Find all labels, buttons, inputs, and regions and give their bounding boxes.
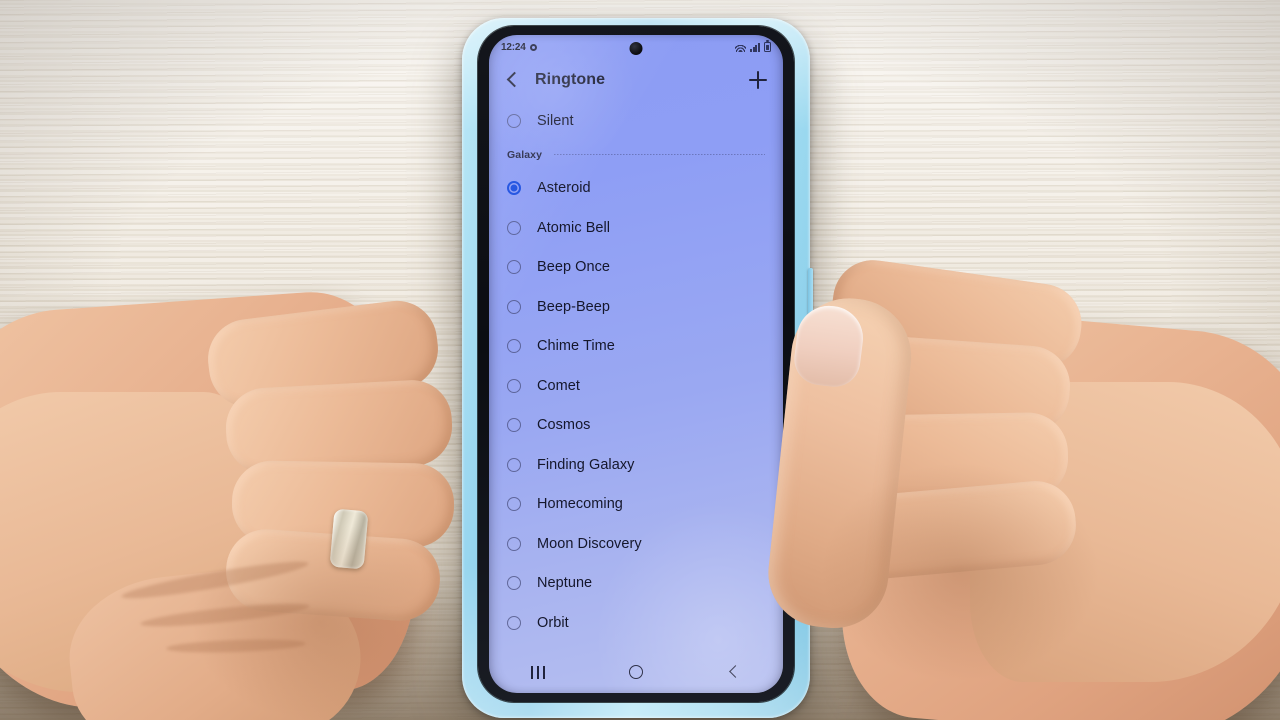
- back-icon[interactable]: [503, 71, 521, 89]
- list-item-cosmos[interactable]: Cosmos: [489, 406, 783, 446]
- left-hand: [0, 272, 500, 720]
- radio-icon[interactable]: [507, 457, 521, 472]
- list-item-finding-galaxy[interactable]: Finding Galaxy: [489, 445, 783, 485]
- list-item-label: Chime Time: [537, 338, 615, 355]
- list-item-label: Beep-Beep: [537, 298, 611, 315]
- status-bar-left: 12:24: [501, 42, 537, 53]
- list-item-label: Beep Once: [537, 259, 610, 276]
- radio-icon-selected[interactable]: [507, 181, 521, 196]
- list-item-label: Homecoming: [537, 496, 623, 513]
- list-item-chime-time[interactable]: Chime Time: [489, 327, 783, 367]
- signal-icon: [750, 42, 761, 52]
- battery-icon: [764, 40, 771, 52]
- home-icon: [629, 665, 643, 679]
- recents-button[interactable]: [516, 657, 560, 687]
- right-hand-shading: [820, 462, 1100, 682]
- phone-screen: 12:24 Ringtone Silent Galaxy Asteroid At…: [489, 35, 783, 693]
- list-item-asteroid[interactable]: Asteroid: [489, 169, 783, 209]
- radio-icon[interactable]: [507, 418, 521, 433]
- recents-icon: [531, 665, 545, 679]
- app-header: Ringtone: [489, 59, 783, 101]
- section-header-galaxy: Galaxy: [489, 141, 783, 169]
- page-title: Ringtone: [535, 71, 606, 88]
- list-item-homecoming[interactable]: Homecoming: [489, 485, 783, 525]
- home-button[interactable]: [614, 657, 658, 687]
- radio-icon[interactable]: [507, 113, 521, 128]
- list-item-label: Cosmos: [537, 417, 591, 434]
- list-item-label: Atomic Bell: [537, 219, 611, 236]
- alarm-dot-icon: [529, 43, 537, 51]
- list-item-moon-discovery[interactable]: Moon Discovery: [489, 524, 783, 564]
- radio-icon[interactable]: [507, 299, 521, 314]
- list-item-label: Neptune: [537, 575, 593, 592]
- radio-icon[interactable]: [507, 378, 521, 393]
- list-item-comet[interactable]: Comet: [489, 366, 783, 406]
- front-camera-punch-hole: [629, 42, 643, 55]
- list-item-neptune[interactable]: Neptune: [489, 564, 783, 604]
- list-item-beep-once[interactable]: Beep Once: [489, 248, 783, 288]
- system-navigation-bar[interactable]: [489, 651, 783, 693]
- radio-icon[interactable]: [507, 576, 521, 591]
- right-hand: [760, 255, 1280, 720]
- radio-icon[interactable]: [507, 536, 521, 551]
- status-bar-right: [735, 40, 771, 52]
- radio-icon[interactable]: [507, 220, 521, 235]
- radio-icon[interactable]: [507, 339, 521, 354]
- back-button[interactable]: [712, 657, 756, 687]
- list-item-label: Asteroid: [537, 180, 591, 197]
- wifi-icon: [735, 42, 746, 52]
- section-label: Galaxy: [507, 148, 543, 161]
- list-item-silent[interactable]: Silent: [489, 101, 783, 141]
- radio-icon[interactable]: [507, 260, 521, 275]
- back-chevron-icon: [728, 666, 740, 678]
- status-bar-clock: 12:24: [501, 41, 526, 53]
- list-item-label: Orbit: [537, 614, 569, 631]
- list-item-label: Comet: [537, 377, 580, 394]
- section-divider: [554, 154, 765, 155]
- list-item-atomic-bell[interactable]: Atomic Bell: [489, 208, 783, 248]
- radio-icon[interactable]: [507, 615, 521, 630]
- list-item-beep-beep[interactable]: Beep-Beep: [489, 287, 783, 327]
- add-ringtone-icon[interactable]: [747, 69, 769, 91]
- left-hand-shading: [190, 522, 450, 720]
- ringtone-list[interactable]: Silent Galaxy Asteroid Atomic Bell Beep …: [489, 101, 783, 643]
- radio-icon[interactable]: [507, 497, 521, 512]
- list-item-label: Moon Discovery: [537, 535, 642, 552]
- list-item-label: Finding Galaxy: [537, 456, 635, 473]
- list-item-orbit[interactable]: Orbit: [489, 603, 783, 643]
- list-item-label: Silent: [537, 112, 574, 129]
